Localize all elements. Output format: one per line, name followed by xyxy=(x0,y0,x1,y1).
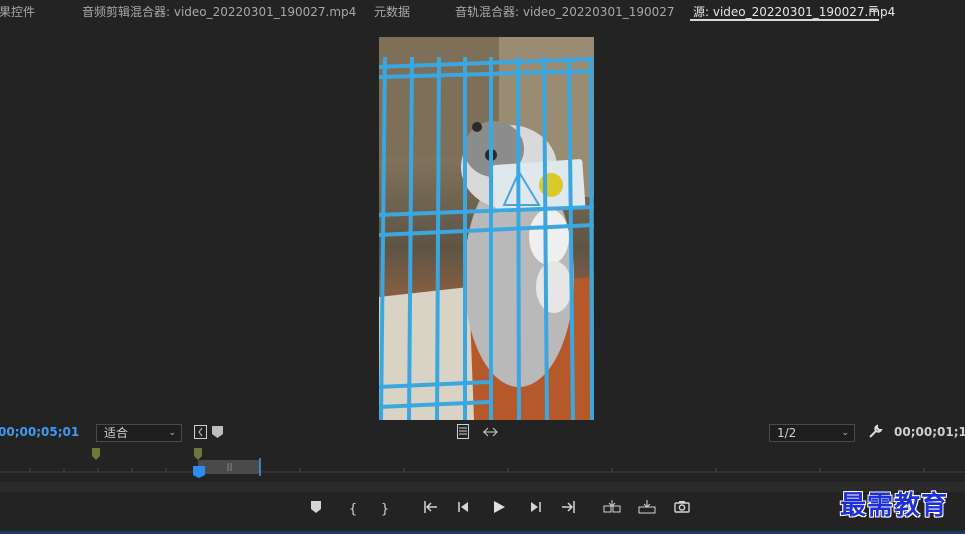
step-back-icon[interactable] xyxy=(453,500,475,520)
add-marker-icon[interactable] xyxy=(211,425,224,442)
marker-icon[interactable] xyxy=(305,500,327,520)
fit-clip-icon[interactable] xyxy=(194,425,207,442)
insert-icon[interactable] xyxy=(601,500,623,520)
overwrite-icon[interactable] xyxy=(636,500,658,520)
zoom-level-select[interactable]: 适合 ⌄ xyxy=(96,424,182,442)
duration-timecode: 00;00;01;14 xyxy=(894,425,965,439)
chevron-down-icon: ⌄ xyxy=(168,428,176,438)
go-to-out-icon[interactable] xyxy=(557,500,579,520)
step-forward-icon[interactable] xyxy=(524,500,546,520)
tab-audio-clip-mixer[interactable]: 音频剪辑混合器: video_20220301_190027.mp4 xyxy=(82,3,356,20)
time-ruler[interactable] xyxy=(0,446,965,482)
video-frame-image xyxy=(379,37,594,420)
camera-icon[interactable] xyxy=(671,500,693,520)
timeline-scrub-track[interactable] xyxy=(0,482,965,492)
play-icon[interactable] xyxy=(488,500,510,520)
safe-margins-icon[interactable] xyxy=(457,424,469,442)
source-monitor-video[interactable] xyxy=(379,37,594,420)
mark-in-icon[interactable]: { xyxy=(342,500,364,520)
panel-tab-bar: 果控件 音频剪辑混合器: video_20220301_190027.mp4 元… xyxy=(0,0,965,24)
clip-marker-icon[interactable] xyxy=(92,448,100,463)
wrench-icon[interactable] xyxy=(868,424,883,442)
drag-video-audio-icon[interactable] xyxy=(482,426,498,441)
playback-resolution-value: 1/2 xyxy=(777,426,797,440)
playback-resolution-select[interactable]: 1/2 ⌄ xyxy=(769,424,855,442)
tab-audio-track-mixer[interactable]: 音轨混合器: video_20220301_190027 xyxy=(455,3,675,20)
active-tab-indicator xyxy=(690,19,879,21)
zoom-level-value: 适合 xyxy=(104,426,129,440)
go-to-in-icon[interactable] xyxy=(420,500,442,520)
tab-metadata[interactable]: 元数据 xyxy=(374,3,410,20)
tab-source[interactable]: 源: video_20220301_190027.mp4 xyxy=(693,3,895,20)
clip-marker-icon[interactable] xyxy=(194,448,202,463)
watermark-logo: 最需教育 xyxy=(840,491,949,521)
mark-out-icon[interactable]: } xyxy=(374,500,396,520)
transport-controls xyxy=(0,492,965,534)
panel-menu-icon[interactable]: ≡ xyxy=(868,2,879,17)
playhead-timecode[interactable]: 00;00;05;01 xyxy=(0,425,79,439)
playhead-icon[interactable] xyxy=(193,466,205,481)
chevron-down-icon: ⌄ xyxy=(841,428,849,438)
tab-effect-controls[interactable]: 果控件 xyxy=(0,3,35,20)
